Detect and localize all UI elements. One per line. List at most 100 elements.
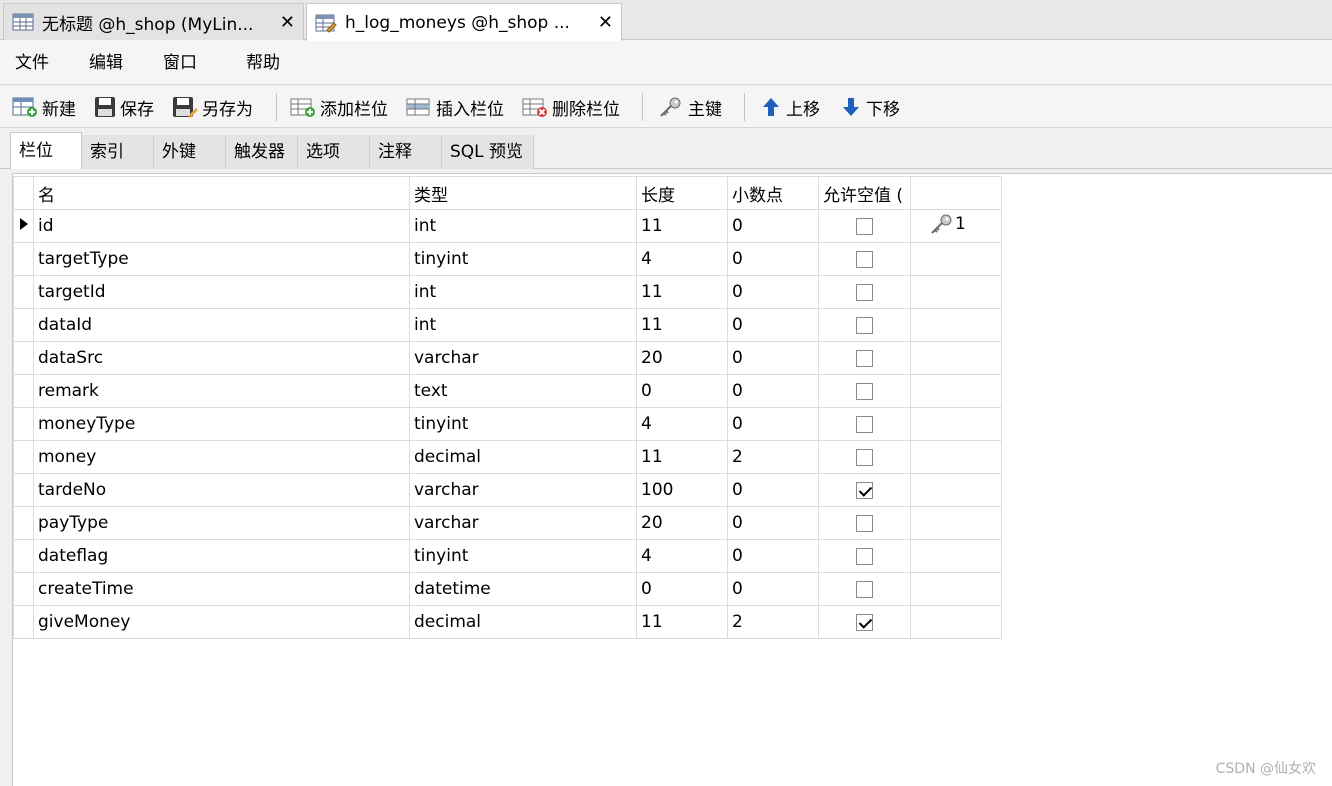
- key-cell[interactable]: [910, 242, 1002, 276]
- field-decimals-cell[interactable]: 0: [727, 473, 819, 507]
- column-header-decimals[interactable]: 小数点: [727, 176, 819, 210]
- field-name-cell[interactable]: payType: [33, 506, 410, 540]
- key-cell[interactable]: [910, 605, 1002, 639]
- field-name-cell[interactable]: dataSrc: [33, 341, 410, 375]
- menu-edit[interactable]: 编辑: [89, 41, 123, 85]
- delete-field-button[interactable]: 删除栏位: [522, 86, 620, 128]
- column-header-type[interactable]: 类型: [409, 176, 637, 210]
- allow-null-checkbox[interactable]: [856, 349, 873, 367]
- table-row[interactable]: id int 11 0 1: [13, 209, 1002, 243]
- table-row[interactable]: remark text 0 0: [13, 374, 1002, 408]
- field-length-cell[interactable]: 11: [636, 308, 728, 342]
- move-up-button[interactable]: 上移: [760, 86, 820, 128]
- field-type-cell[interactable]: varchar: [409, 341, 637, 375]
- table-row[interactable]: money decimal 11 2: [13, 440, 1002, 474]
- menu-file[interactable]: 文件: [15, 41, 49, 85]
- primary-key-button[interactable]: 主键: [658, 86, 722, 128]
- field-name-cell[interactable]: targetId: [33, 275, 410, 309]
- tab-triggers[interactable]: 触发器: [226, 135, 298, 169]
- table-row[interactable]: dataSrc varchar 20 0: [13, 341, 1002, 375]
- key-cell[interactable]: 1: [910, 209, 1002, 243]
- field-name-cell[interactable]: moneyType: [33, 407, 410, 441]
- field-type-cell[interactable]: int: [409, 209, 637, 243]
- key-cell[interactable]: [910, 473, 1002, 507]
- field-type-cell[interactable]: varchar: [409, 473, 637, 507]
- field-length-cell[interactable]: 4: [636, 242, 728, 276]
- table-row[interactable]: giveMoney decimal 11 2: [13, 605, 1002, 639]
- field-length-cell[interactable]: 11: [636, 275, 728, 309]
- field-decimals-cell[interactable]: 0: [727, 374, 819, 408]
- field-decimals-cell[interactable]: 2: [727, 605, 819, 639]
- allow-null-checkbox[interactable]: [856, 580, 873, 598]
- field-type-cell[interactable]: decimal: [409, 605, 637, 639]
- field-decimals-cell[interactable]: 0: [727, 242, 819, 276]
- table-row[interactable]: tardeNo varchar 100 0: [13, 473, 1002, 507]
- insert-field-button[interactable]: 插入栏位: [406, 86, 504, 128]
- doc-tab-h-log-moneys[interactable]: h_log_moneys @h_shop ... ✕: [306, 3, 622, 41]
- field-name-cell[interactable]: tardeNo: [33, 473, 410, 507]
- key-cell[interactable]: [910, 440, 1002, 474]
- field-name-cell[interactable]: giveMoney: [33, 605, 410, 639]
- allow-null-checkbox[interactable]: [856, 316, 873, 334]
- menu-help[interactable]: 帮助: [246, 41, 280, 85]
- field-decimals-cell[interactable]: 2: [727, 440, 819, 474]
- field-length-cell[interactable]: 0: [636, 572, 728, 606]
- field-name-cell[interactable]: targetType: [33, 242, 410, 276]
- tab-fields[interactable]: 栏位: [10, 132, 82, 169]
- field-decimals-cell[interactable]: 0: [727, 341, 819, 375]
- doc-tab-untitled[interactable]: 无标题 @h_shop (MyLin... ✕: [3, 3, 304, 40]
- close-icon[interactable]: ✕: [584, 12, 613, 33]
- field-length-cell[interactable]: 100: [636, 473, 728, 507]
- row-indicator[interactable]: [13, 407, 34, 441]
- allow-null-checkbox[interactable]: [856, 613, 873, 631]
- field-decimals-cell[interactable]: 0: [727, 407, 819, 441]
- allow-null-checkbox[interactable]: [856, 547, 873, 565]
- allow-null-checkbox[interactable]: [856, 481, 873, 499]
- key-cell[interactable]: [910, 341, 1002, 375]
- field-decimals-cell[interactable]: 0: [727, 539, 819, 573]
- field-name-cell[interactable]: dataId: [33, 308, 410, 342]
- field-name-cell[interactable]: remark: [33, 374, 410, 408]
- add-field-button[interactable]: 添加栏位: [290, 86, 388, 128]
- allow-null-checkbox[interactable]: [856, 382, 873, 400]
- move-down-button[interactable]: 下移: [840, 86, 900, 128]
- key-cell[interactable]: [910, 407, 1002, 441]
- key-cell[interactable]: [910, 275, 1002, 309]
- table-row[interactable]: dateflag tinyint 4 0: [13, 539, 1002, 573]
- field-length-cell[interactable]: 11: [636, 440, 728, 474]
- field-type-cell[interactable]: tinyint: [409, 539, 637, 573]
- field-decimals-cell[interactable]: 0: [727, 275, 819, 309]
- tab-foreign-keys[interactable]: 外键: [154, 135, 226, 169]
- row-indicator[interactable]: [13, 374, 34, 408]
- field-name-cell[interactable]: money: [33, 440, 410, 474]
- table-row[interactable]: targetType tinyint 4 0: [13, 242, 1002, 276]
- allow-null-checkbox[interactable]: [856, 448, 873, 466]
- row-indicator[interactable]: [13, 209, 34, 243]
- row-indicator[interactable]: [13, 440, 34, 474]
- field-type-cell[interactable]: int: [409, 308, 637, 342]
- field-decimals-cell[interactable]: 0: [727, 209, 819, 243]
- field-name-cell[interactable]: createTime: [33, 572, 410, 606]
- field-decimals-cell[interactable]: 0: [727, 308, 819, 342]
- key-cell[interactable]: [910, 308, 1002, 342]
- column-header-allow-null[interactable]: 允许空值 (: [818, 176, 911, 210]
- field-length-cell[interactable]: 11: [636, 605, 728, 639]
- tab-sql-preview[interactable]: SQL 预览: [442, 135, 534, 169]
- key-cell[interactable]: [910, 572, 1002, 606]
- row-indicator[interactable]: [13, 308, 34, 342]
- row-indicator[interactable]: [13, 275, 34, 309]
- table-row[interactable]: targetId int 11 0: [13, 275, 1002, 309]
- key-cell[interactable]: [910, 374, 1002, 408]
- field-type-cell[interactable]: tinyint: [409, 407, 637, 441]
- new-button[interactable]: 新建: [12, 86, 76, 128]
- allow-null-checkbox[interactable]: [856, 250, 873, 268]
- allow-null-checkbox[interactable]: [856, 415, 873, 433]
- table-row[interactable]: createTime datetime 0 0: [13, 572, 1002, 606]
- allow-null-checkbox[interactable]: [856, 217, 873, 235]
- field-type-cell[interactable]: int: [409, 275, 637, 309]
- field-length-cell[interactable]: 4: [636, 539, 728, 573]
- column-header-key[interactable]: [910, 176, 1002, 210]
- row-indicator[interactable]: [13, 473, 34, 507]
- table-row[interactable]: dataId int 11 0: [13, 308, 1002, 342]
- row-indicator[interactable]: [13, 605, 34, 639]
